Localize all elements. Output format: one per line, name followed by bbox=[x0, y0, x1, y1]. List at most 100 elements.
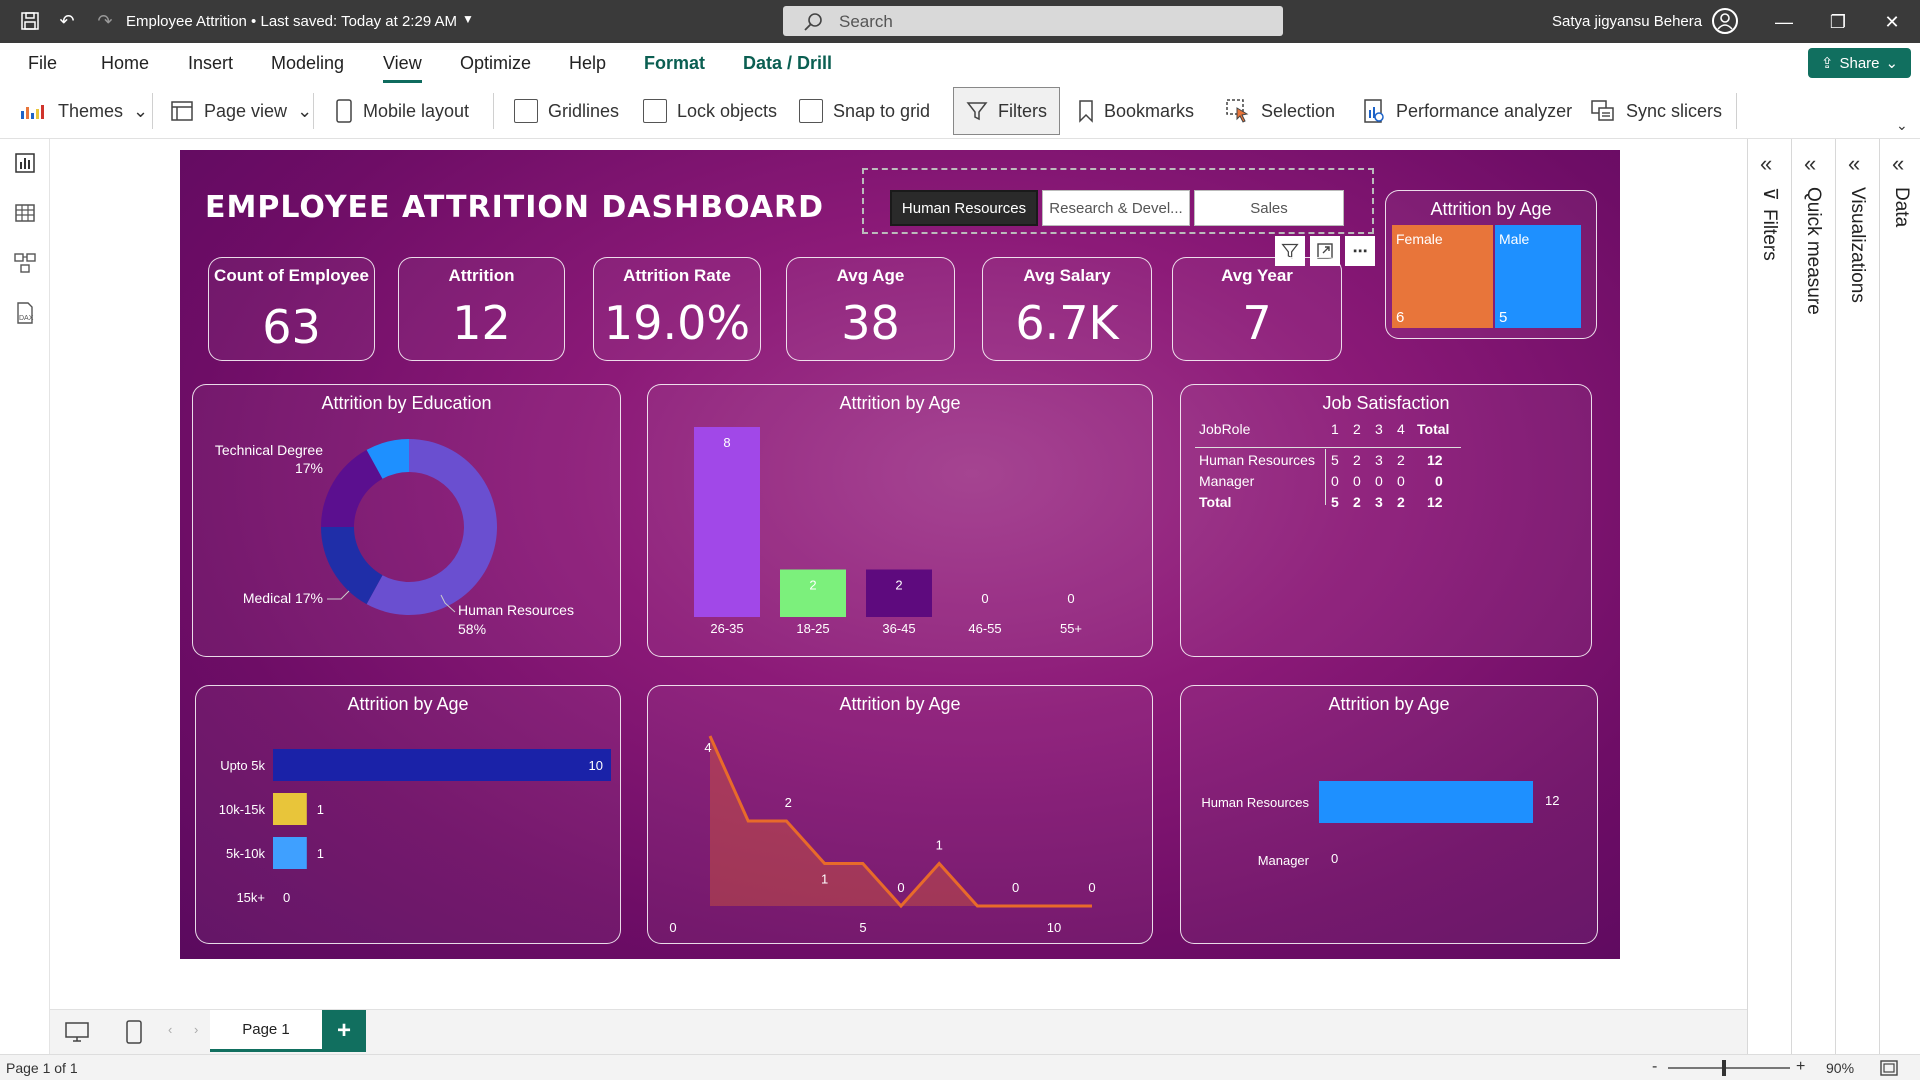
undo-icon[interactable]: ↶ bbox=[55, 9, 79, 33]
fit-to-page-icon[interactable] bbox=[1880, 1060, 1898, 1076]
mobile-layout-button[interactable]: Mobile layout bbox=[335, 95, 469, 127]
share-button[interactable]: ⇪ Share ⌄ bbox=[1808, 48, 1911, 78]
salary-bar-card[interactable]: Attrition by Age Upto 5k 10 10k-15k 1 5k-10k… bbox=[195, 685, 621, 944]
kpi-card-attrition-rate[interactable]: Attrition Rate 19.0% bbox=[593, 257, 761, 361]
expand-chevron-icon[interactable]: « bbox=[1848, 151, 1860, 177]
slicer-item-human-resources[interactable]: Human Resources bbox=[890, 190, 1038, 226]
tick-label: Human Resources bbox=[1201, 795, 1309, 810]
gridlines-checkbox[interactable]: Gridlines bbox=[514, 95, 619, 127]
performance-analyzer-button[interactable]: Performance analyzer bbox=[1362, 95, 1572, 127]
data-label: 0 bbox=[1012, 880, 1019, 895]
kpi-card-avg-year[interactable]: Avg Year 7 bbox=[1172, 257, 1342, 361]
expand-chevron-icon[interactable]: « bbox=[1892, 151, 1904, 177]
user-avatar-icon[interactable] bbox=[1712, 8, 1738, 34]
add-page-button[interactable]: + bbox=[322, 1010, 366, 1052]
restore-icon[interactable]: ❐ bbox=[1826, 10, 1850, 34]
data-label: 4 bbox=[704, 740, 711, 755]
kpi-label: Attrition bbox=[448, 266, 515, 285]
age-column-card[interactable]: Attrition by Age 8 26-35 2 18-25 2 36-45 0 46-5… bbox=[647, 384, 1153, 657]
years-area-card[interactable]: Attrition by Age 4 2 1 0 1 0 0 0 5 10 bbox=[647, 685, 1153, 944]
snap-to-grid-checkbox[interactable]: Snap to grid bbox=[799, 95, 930, 127]
expand-chevron-icon[interactable]: « bbox=[1804, 151, 1816, 177]
report-view-icon[interactable] bbox=[13, 151, 37, 175]
zoom-in-icon[interactable]: + bbox=[1796, 1058, 1805, 1076]
mobile-layout-icon[interactable] bbox=[125, 1019, 143, 1045]
years-area-chart[interactable]: 421010 00 5 10 bbox=[648, 686, 1154, 945]
tab-home[interactable]: Home bbox=[101, 53, 149, 74]
hbar[interactable] bbox=[1319, 781, 1533, 823]
kpi-card-count-employee[interactable]: Count of Employee 63 bbox=[208, 257, 375, 361]
zoom-out-icon[interactable]: - bbox=[1652, 1058, 1657, 1076]
visualizations-pane-collapsed[interactable]: « Visualizations bbox=[1835, 139, 1879, 1054]
data-label: 0 bbox=[981, 591, 988, 606]
bookmarks-button[interactable]: Bookmarks bbox=[1078, 95, 1194, 127]
column-bar[interactable] bbox=[694, 427, 760, 617]
data-label: 1 bbox=[821, 872, 828, 887]
tick-label: 55+ bbox=[1060, 621, 1082, 636]
tab-format[interactable]: Format bbox=[644, 53, 705, 74]
tab-insert[interactable]: Insert bbox=[188, 53, 233, 74]
page-view-button[interactable]: Page view ⌄ bbox=[170, 95, 312, 127]
save-icon[interactable] bbox=[18, 9, 42, 33]
treemap-tile-male[interactable]: Male 5 bbox=[1495, 225, 1581, 328]
zoom-slider-thumb[interactable] bbox=[1722, 1060, 1726, 1076]
close-icon[interactable]: ✕ bbox=[1880, 10, 1904, 34]
slicer-item-sales[interactable]: Sales bbox=[1194, 190, 1344, 226]
age-column-chart[interactable]: 8 26-35 2 18-25 2 36-45 0 46-55 0 55+ bbox=[648, 385, 1154, 658]
sync-slicers-button[interactable]: Sync slicers bbox=[1590, 95, 1722, 127]
education-donut-chart[interactable]: Human Resources 58% Medical 17% Technical D… bbox=[193, 385, 622, 658]
dashboard-title: EMPLOYEE ATTRITION DASHBOARD bbox=[205, 190, 825, 225]
dax-query-view-icon[interactable]: DAX bbox=[13, 301, 37, 325]
more-options-icon[interactable]: ⋯ bbox=[1345, 236, 1375, 266]
quick-measure-pane-label: Quick measure bbox=[1803, 187, 1824, 315]
prev-page-icon[interactable]: ‹ bbox=[168, 1022, 172, 1037]
quick-measure-pane-collapsed[interactable]: « Quick measure bbox=[1791, 139, 1835, 1054]
jobrole-bar-chart[interactable]: Human Resources 12 Manager 0 bbox=[1181, 686, 1599, 945]
kpi-card-avg-age[interactable]: Avg Age 38 bbox=[786, 257, 955, 361]
tab-modeling[interactable]: Modeling bbox=[271, 53, 344, 74]
lock-objects-checkbox[interactable]: Lock objects bbox=[643, 95, 777, 127]
hbar[interactable] bbox=[273, 793, 307, 825]
job-satisfaction-card[interactable]: Job Satisfaction JobRole 1 2 3 4 Total Human R… bbox=[1180, 384, 1592, 657]
page-tab-1[interactable]: Page 1 bbox=[210, 1010, 322, 1052]
model-view-icon[interactable] bbox=[13, 251, 37, 275]
redo-icon[interactable]: ↷ bbox=[93, 9, 117, 33]
next-page-icon[interactable]: › bbox=[194, 1022, 198, 1037]
search-input[interactable]: Search bbox=[783, 6, 1283, 36]
slicer-item-research[interactable]: Research & Devel... bbox=[1042, 190, 1190, 226]
title-dropdown-icon[interactable]: ▼ bbox=[462, 12, 474, 26]
filters-pane-collapsed[interactable]: « ⊽ Filters bbox=[1747, 139, 1791, 1054]
tab-optimize[interactable]: Optimize bbox=[460, 53, 531, 74]
filters-button[interactable]: Filters bbox=[953, 87, 1060, 135]
tab-view[interactable]: View bbox=[383, 53, 422, 83]
kpi-card-attrition[interactable]: Attrition 12 bbox=[398, 257, 565, 361]
tab-file[interactable]: File bbox=[28, 53, 57, 74]
ribbon-expand-icon[interactable]: ⌄ bbox=[1896, 117, 1908, 134]
minimize-icon[interactable]: — bbox=[1772, 10, 1796, 34]
table-view-icon[interactable] bbox=[13, 201, 37, 225]
ribbon-divider bbox=[313, 93, 314, 129]
snap-to-grid-check[interactable] bbox=[799, 99, 823, 123]
selection-label: Selection bbox=[1261, 100, 1336, 121]
education-donut-card[interactable]: Attrition by Education Human Resources 58… bbox=[192, 384, 621, 657]
zoom-slider[interactable] bbox=[1668, 1067, 1790, 1069]
tab-data-drill[interactable]: Data / Drill bbox=[743, 53, 832, 74]
selection-button[interactable]: Selection bbox=[1225, 95, 1335, 127]
gridlines-check[interactable] bbox=[514, 99, 538, 123]
gender-attrition-card[interactable]: Attrition by Age Female 6 Male 5 bbox=[1385, 190, 1597, 339]
tab-help[interactable]: Help bbox=[569, 53, 606, 74]
lock-objects-check[interactable] bbox=[643, 99, 667, 123]
expand-chevron-icon[interactable]: « bbox=[1760, 151, 1772, 177]
jobrole-bar-card[interactable]: Attrition by Age Human Resources 12 Manage… bbox=[1180, 685, 1598, 944]
kpi-value: 63 bbox=[262, 300, 321, 354]
hbar[interactable] bbox=[273, 749, 611, 781]
salary-bar-chart[interactable]: Upto 5k 10 10k-15k 1 5k-10k 1 15k+ 0 bbox=[196, 686, 622, 945]
matrix-cell: 4 bbox=[1397, 421, 1405, 437]
desktop-layout-icon[interactable] bbox=[64, 1021, 90, 1043]
data-pane-collapsed[interactable]: « Data bbox=[1879, 139, 1920, 1054]
themes-button[interactable]: Themes ⌄ bbox=[20, 95, 148, 127]
hbar[interactable] bbox=[273, 837, 307, 869]
treemap-tile-female[interactable]: Female 6 bbox=[1392, 225, 1493, 328]
kpi-card-avg-salary[interactable]: Avg Salary 6.7K bbox=[982, 257, 1152, 361]
tile-value: 6 bbox=[1396, 309, 1405, 326]
